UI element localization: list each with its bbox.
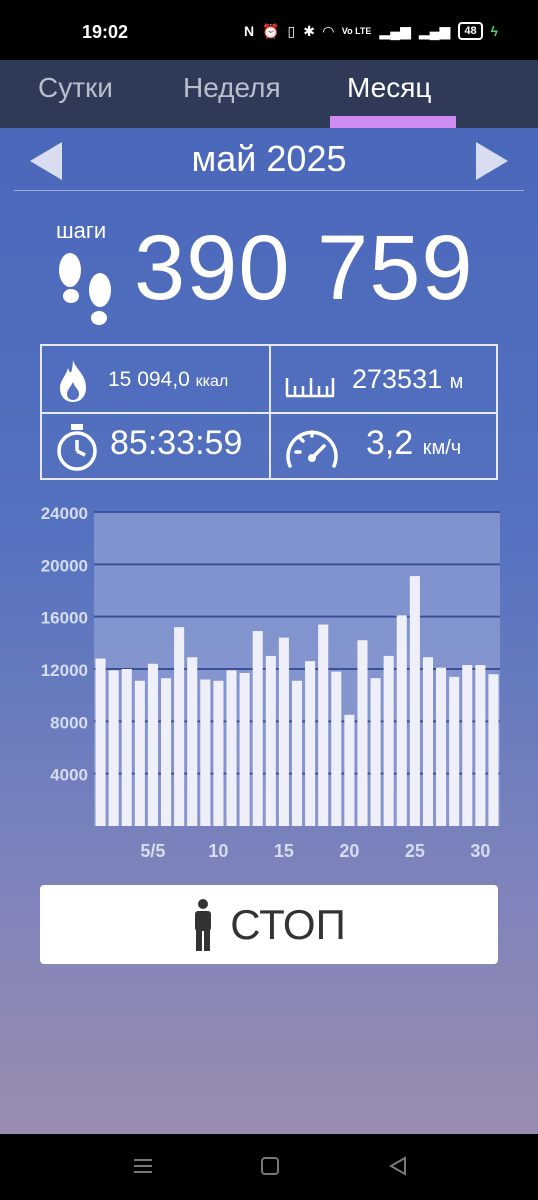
chart-bar — [265, 655, 276, 826]
chart-bar — [252, 631, 263, 826]
y-tick-label: 8000 — [50, 713, 88, 732]
chart-bar — [147, 663, 158, 826]
divider — [14, 190, 524, 191]
signal-icon-2: ▂▄▆ — [418, 22, 451, 39]
stopwatch-icon — [57, 424, 97, 471]
chart-bar — [331, 671, 342, 826]
monthly-steps-chart: 4000 8000 12000 16000 20000 24000 5/5 10 15 20 25 3… — [41, 504, 500, 861]
chart-bar — [160, 678, 172, 826]
chart-bar — [226, 670, 237, 826]
ruler-icon — [285, 378, 335, 398]
alarm-icon: ⏰ — [262, 22, 280, 39]
chart-bar — [396, 615, 407, 826]
status-icons: N ⏰ ▯ ✱ ◠ Vo LTE ▂▄▆ ▂▄▆ 48 ϟ — [244, 22, 498, 40]
bluetooth-icon: ✱ — [303, 22, 315, 39]
main-panel: май 2025 шаги 390 759 15 094,0 ккал 2735… — [0, 128, 538, 1134]
chart-bar — [95, 658, 106, 826]
calories-value: 15 094,0 — [108, 368, 190, 391]
flame-icon — [60, 360, 86, 402]
distance-stat: 273531 м — [352, 364, 463, 395]
battery-icon: 48 — [458, 22, 483, 40]
y-tick-label: 24000 — [41, 504, 88, 523]
status-time: 19:02 — [82, 22, 129, 42]
charging-icon: ϟ — [490, 23, 498, 39]
chart-bar — [174, 627, 185, 826]
distance-value: 273531 — [352, 364, 443, 394]
signal-icon: ▂▄▆ — [379, 22, 411, 39]
x-tick-label: 5/5 — [140, 841, 165, 861]
speed-stat: 3,2 км/ч — [366, 424, 461, 463]
chart-bar — [239, 672, 250, 826]
vibrate-icon: ▯ — [287, 22, 296, 39]
x-tick-label: 30 — [470, 841, 490, 861]
chart-bar — [318, 624, 329, 826]
month-navigation: май 2025 — [0, 128, 538, 192]
back-icon[interactable] — [388, 1156, 408, 1176]
speed-value: 3,2 — [366, 424, 414, 462]
y-tick-label: 20000 — [41, 556, 88, 575]
chart-bar — [344, 714, 355, 826]
chart-bar — [213, 680, 224, 826]
tab-day[interactable]: Сутки — [38, 72, 113, 104]
chart-bar — [305, 661, 316, 826]
chart-bar — [422, 657, 434, 826]
stop-button[interactable]: СТОП — [40, 885, 498, 964]
status-bar: 19:02 N ⏰ ▯ ✱ ◠ Vo LTE ▂▄▆ ▂▄▆ 48 ϟ — [0, 0, 538, 60]
chart-bar — [278, 637, 289, 826]
nfc-icon: N — [243, 23, 255, 39]
chart-bar — [488, 674, 499, 826]
x-tick-label: 20 — [339, 841, 359, 861]
chart-bar — [187, 657, 198, 826]
chart-bar — [370, 678, 381, 826]
chart-bar — [357, 640, 368, 826]
speedometer-icon — [286, 430, 338, 468]
system-navigation-bar — [0, 1134, 538, 1200]
walking-person-icon — [195, 898, 212, 951]
tab-bar: Сутки Неделя Месяц — [0, 60, 538, 176]
x-tick-label: 10 — [208, 841, 228, 861]
volte-label: Vo LTE — [341, 26, 372, 36]
chart-bar — [121, 669, 132, 826]
calories-unit: ккал — [195, 373, 229, 390]
tab-indicator — [330, 116, 456, 128]
y-tick-label: 16000 — [41, 609, 88, 628]
tab-week[interactable]: Неделя — [183, 72, 281, 104]
distance-unit: м — [449, 371, 464, 393]
chart-bar — [108, 670, 119, 826]
tab-month[interactable]: Месяц — [347, 72, 431, 104]
chart-bar — [409, 576, 420, 826]
speed-unit: км/ч — [422, 437, 462, 459]
footprints-icon — [59, 253, 111, 325]
wifi-icon: ◠ — [322, 22, 334, 39]
x-tick-label: 25 — [405, 841, 425, 861]
chart-bar — [462, 665, 473, 826]
chart-bar — [291, 680, 303, 826]
home-icon[interactable] — [260, 1156, 280, 1176]
stop-button-label: СТОП — [230, 900, 346, 948]
chart-bar — [134, 680, 145, 826]
calories-stat: 15 094,0 ккал — [108, 368, 228, 392]
steps-label: шаги — [56, 218, 107, 243]
chart-bar — [449, 676, 460, 826]
chart-bar — [436, 667, 447, 826]
month-title: май 2025 — [191, 138, 347, 179]
next-month-icon[interactable] — [476, 142, 508, 180]
y-tick-label: 12000 — [41, 661, 88, 680]
recent-apps-icon[interactable] — [132, 1156, 154, 1176]
steps-value: 390 759 — [134, 217, 474, 319]
chart-bar — [200, 679, 211, 826]
duration-value: 85:33:59 — [110, 424, 243, 462]
x-tick-label: 15 — [274, 841, 294, 861]
chart-bar — [383, 655, 394, 826]
chart-bar — [475, 665, 486, 826]
y-tick-label: 4000 — [50, 766, 88, 785]
